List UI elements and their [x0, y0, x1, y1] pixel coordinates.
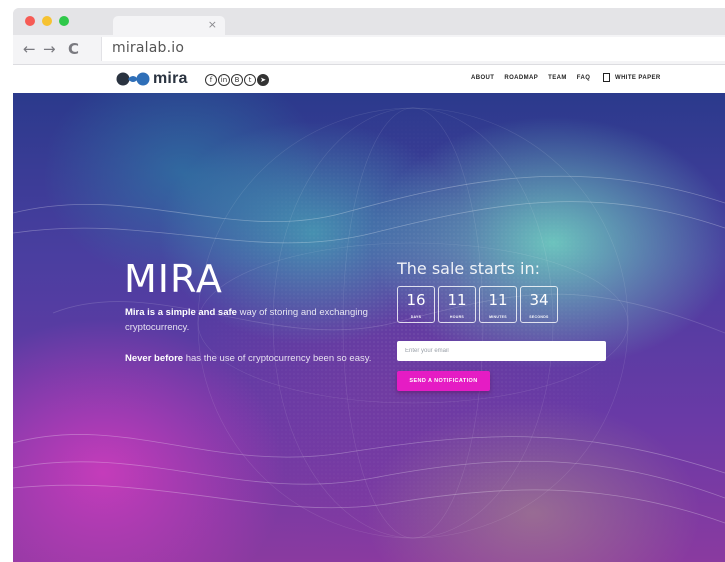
browser-tab[interactable]: × — [113, 16, 225, 35]
twitter-icon[interactable]: t — [244, 74, 256, 86]
countdown-days-value: 16 — [406, 291, 426, 309]
browser-titlebar: × — [13, 8, 725, 35]
countdown-minutes: 11 MINUTES — [479, 286, 517, 323]
main-menu: ABOUT ROADMAP TEAM FAQ — [471, 75, 590, 81]
mira-logo[interactable]: mira — [116, 70, 188, 87]
minimize-window-button[interactable] — [42, 16, 52, 26]
tab-close-icon[interactable]: × — [208, 18, 217, 31]
browser-toolbar: ← → C miralab.io — [13, 35, 725, 65]
bitcointalk-icon[interactable]: B — [231, 74, 243, 86]
forward-arrow-icon[interactable]: → — [43, 40, 56, 58]
email-input[interactable] — [397, 341, 606, 361]
logo-text: mira — [153, 70, 188, 87]
countdown-days: 16 DAYS — [397, 286, 435, 323]
menu-item-roadmap[interactable]: ROADMAP — [504, 75, 538, 81]
sale-countdown: 16 DAYS 11 HOURS 11 MINUTES 34 SECONDS — [397, 286, 558, 323]
countdown-minutes-label: MINUTES — [489, 315, 507, 319]
hero-section: MIRA Mira is a simple and safe way of st… — [13, 93, 725, 562]
countdown-minutes-value: 11 — [488, 291, 508, 309]
hero-description-emphasis: Mira is a simple and safe — [125, 307, 237, 318]
hero-title: MIRA — [124, 257, 223, 301]
close-window-button[interactable] — [25, 16, 35, 26]
countdown-seconds: 34 SECONDS — [520, 286, 558, 323]
document-icon — [603, 73, 610, 82]
telegram-icon[interactable]: ➤ — [257, 74, 269, 86]
hero-tagline-rest: has the use of cryptocurrency been so ea… — [183, 353, 372, 364]
hero-description: Mira is a simple and safe way of storing… — [125, 305, 395, 335]
reload-icon[interactable]: C — [68, 40, 79, 58]
countdown-seconds-label: SECONDS — [529, 315, 549, 319]
address-bar[interactable]: miralab.io — [101, 37, 725, 61]
social-links: f in B t ➤ — [205, 74, 269, 86]
maximize-window-button[interactable] — [59, 16, 69, 26]
linkedin-icon[interactable]: in — [218, 74, 230, 86]
countdown-days-label: DAYS — [410, 315, 422, 319]
white-paper-link[interactable]: WHITE PAPER — [603, 73, 661, 82]
menu-item-about[interactable]: ABOUT — [471, 75, 494, 81]
countdown-hours: 11 HOURS — [438, 286, 476, 323]
white-paper-label: WHITE PAPER — [615, 74, 661, 81]
send-notification-button[interactable]: SEND A NOTIFICATION — [397, 371, 490, 391]
url-text[interactable]: miralab.io — [112, 40, 184, 56]
hero-tagline: Never before has the use of cryptocurren… — [125, 351, 395, 366]
site-header: mira f in B t ➤ ABOUT ROADMAP TEAM FAQ W… — [13, 65, 725, 93]
menu-item-faq[interactable]: FAQ — [577, 75, 591, 81]
countdown-seconds-value: 34 — [529, 291, 549, 309]
facebook-icon[interactable]: f — [205, 74, 217, 86]
menu-item-team[interactable]: TEAM — [548, 75, 567, 81]
hero-tagline-emphasis: Never before — [125, 353, 184, 364]
mira-logo-mark-icon — [116, 72, 150, 86]
back-arrow-icon[interactable]: ← — [23, 40, 36, 58]
sale-title: The sale starts in: — [397, 259, 541, 278]
countdown-hours-value: 11 — [447, 291, 467, 309]
countdown-hours-label: HOURS — [449, 315, 465, 319]
browser-window: × ← → C miralab.io mira f in B t ➤ ABOUT — [13, 8, 725, 562]
